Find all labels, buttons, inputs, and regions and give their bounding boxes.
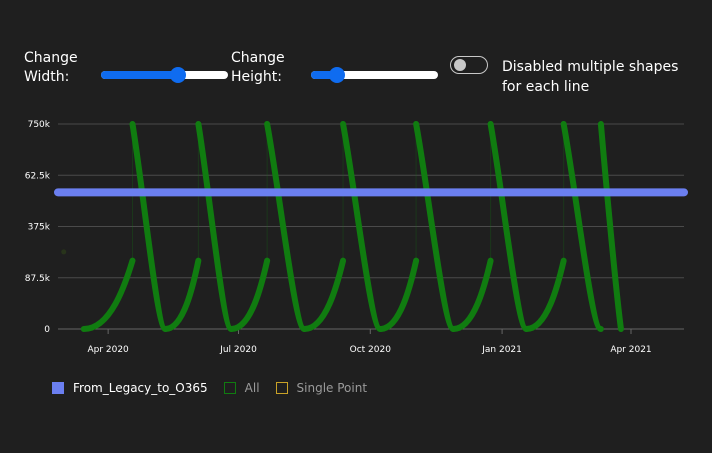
legend-item[interactable]: All <box>223 379 260 397</box>
x-tick-label: Jan 2021 <box>481 345 522 355</box>
legend-item[interactable]: From_Legacy_to_O365 <box>52 379 208 397</box>
x-tick-label: Apr 2021 <box>610 345 651 355</box>
y-tick-label: 87.5k <box>25 274 51 284</box>
x-tick-label: Jul 2020 <box>219 345 257 355</box>
legend-label: Single Point <box>296 381 368 395</box>
single-point-marker <box>61 249 67 255</box>
y-axis: 0 87.5k 375k 62.5k 750k <box>25 120 51 335</box>
series-all-rise <box>450 257 494 332</box>
legend-label: From_Legacy_to_O365 <box>73 381 208 395</box>
y-tick-label: 62.5k <box>25 171 51 181</box>
x-tick-label: Apr 2020 <box>87 345 129 355</box>
x-tick-label: Oct 2020 <box>350 345 392 355</box>
line-chart: 0 87.5k 375k 62.5k 750k Apr 2020 Jul 2020 Oct … <box>25 120 688 355</box>
series-all-rise <box>377 257 420 332</box>
y-tick-label: 750k <box>28 120 51 130</box>
series-all-rise <box>523 257 567 332</box>
chart-legend: From_Legacy_to_O365 All Single Point <box>52 379 383 397</box>
legend-swatch <box>52 382 64 394</box>
legend-swatch <box>275 382 288 394</box>
legend-label: All <box>244 381 260 395</box>
series-all-rise <box>162 257 202 332</box>
series-all-rise <box>80 257 136 332</box>
y-tick-label: 375k <box>28 223 51 233</box>
series-all-rise <box>301 257 347 332</box>
series-all-rise <box>228 257 271 332</box>
x-axis: Apr 2020 Jul 2020 Oct 2020 Jan 2021 Apr 2021 <box>87 329 652 355</box>
legend-item[interactable]: Single Point <box>275 379 368 397</box>
y-tick-label: 0 <box>44 325 50 335</box>
legend-swatch <box>223 382 236 394</box>
